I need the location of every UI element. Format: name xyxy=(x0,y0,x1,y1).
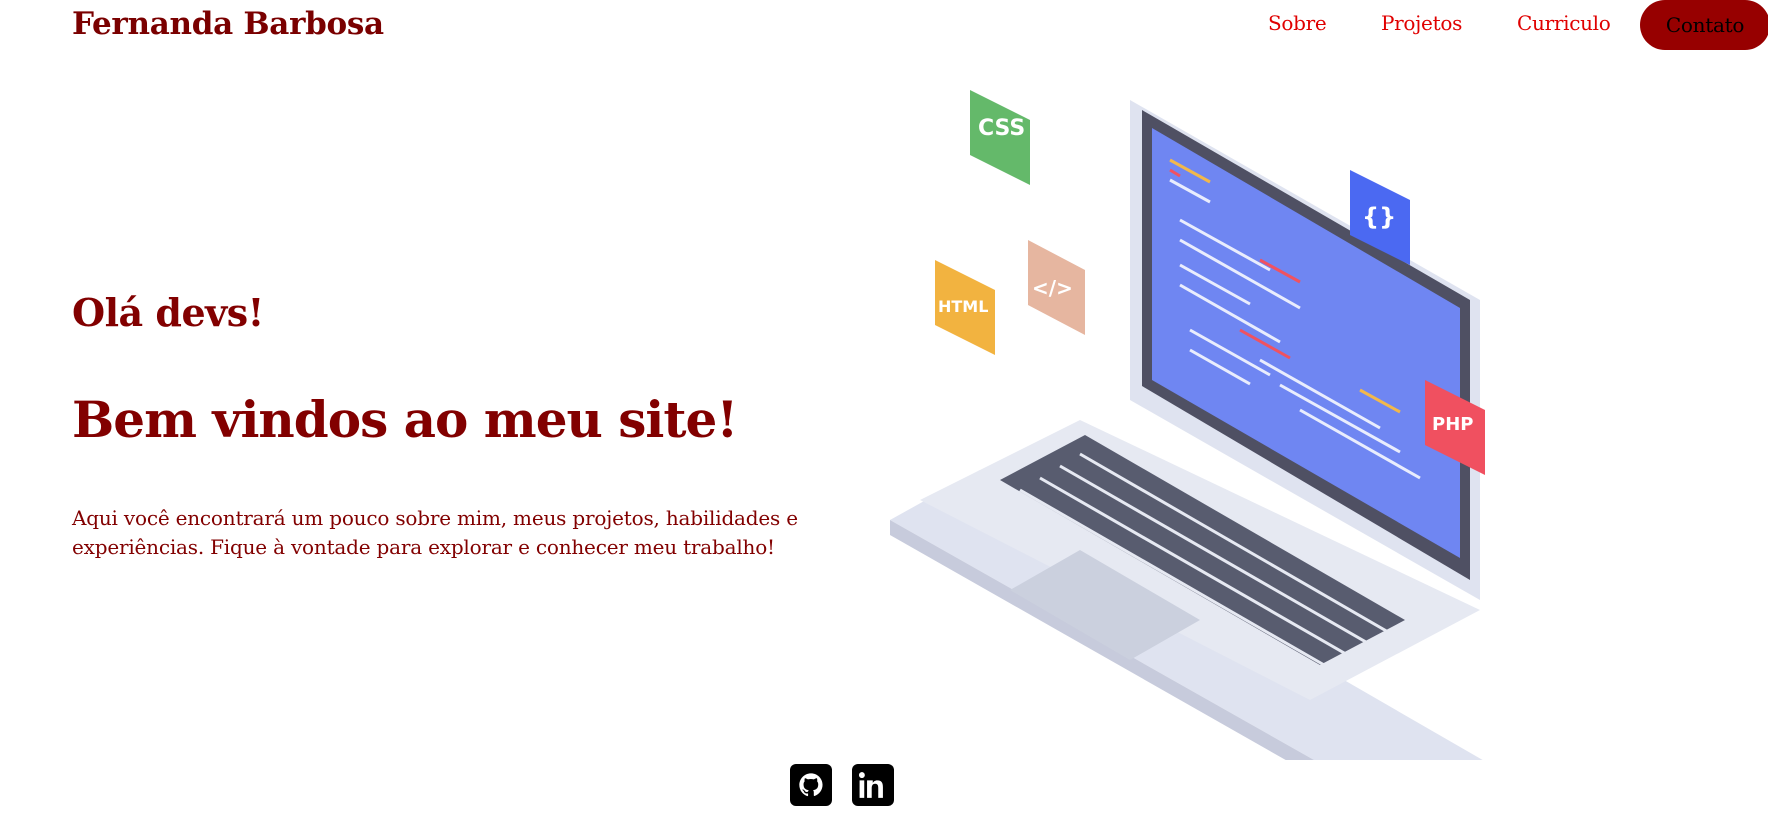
social-links xyxy=(790,764,894,806)
linkedin-link[interactable] xyxy=(852,764,894,806)
svg-text:CSS: CSS xyxy=(978,116,1025,141)
nav-link-curriculo[interactable]: Curriculo xyxy=(1517,11,1611,35)
svg-text:{}: {} xyxy=(1362,203,1396,231)
hero-description: Aqui você encontrará um pouco sobre mim,… xyxy=(72,506,798,559)
svg-text:</>: </> xyxy=(1032,276,1073,300)
laptop-code-illustration: CSS </> HTML {} PHP xyxy=(890,90,1485,760)
github-icon xyxy=(799,773,823,797)
nav-link-projetos[interactable]: Projetos xyxy=(1381,11,1462,35)
github-link[interactable] xyxy=(790,764,832,806)
linkedin-icon xyxy=(859,772,883,798)
svg-text:PHP: PHP xyxy=(1432,414,1473,435)
hero-title: Bem vindos ao meu site! xyxy=(72,390,738,449)
site-brand: Fernanda Barbosa xyxy=(72,6,384,42)
contact-button[interactable]: Contato xyxy=(1640,0,1768,50)
svg-text:HTML: HTML xyxy=(938,297,988,316)
nav-link-sobre[interactable]: Sobre xyxy=(1268,11,1327,35)
hero-greeting: Olá devs! xyxy=(72,290,264,335)
